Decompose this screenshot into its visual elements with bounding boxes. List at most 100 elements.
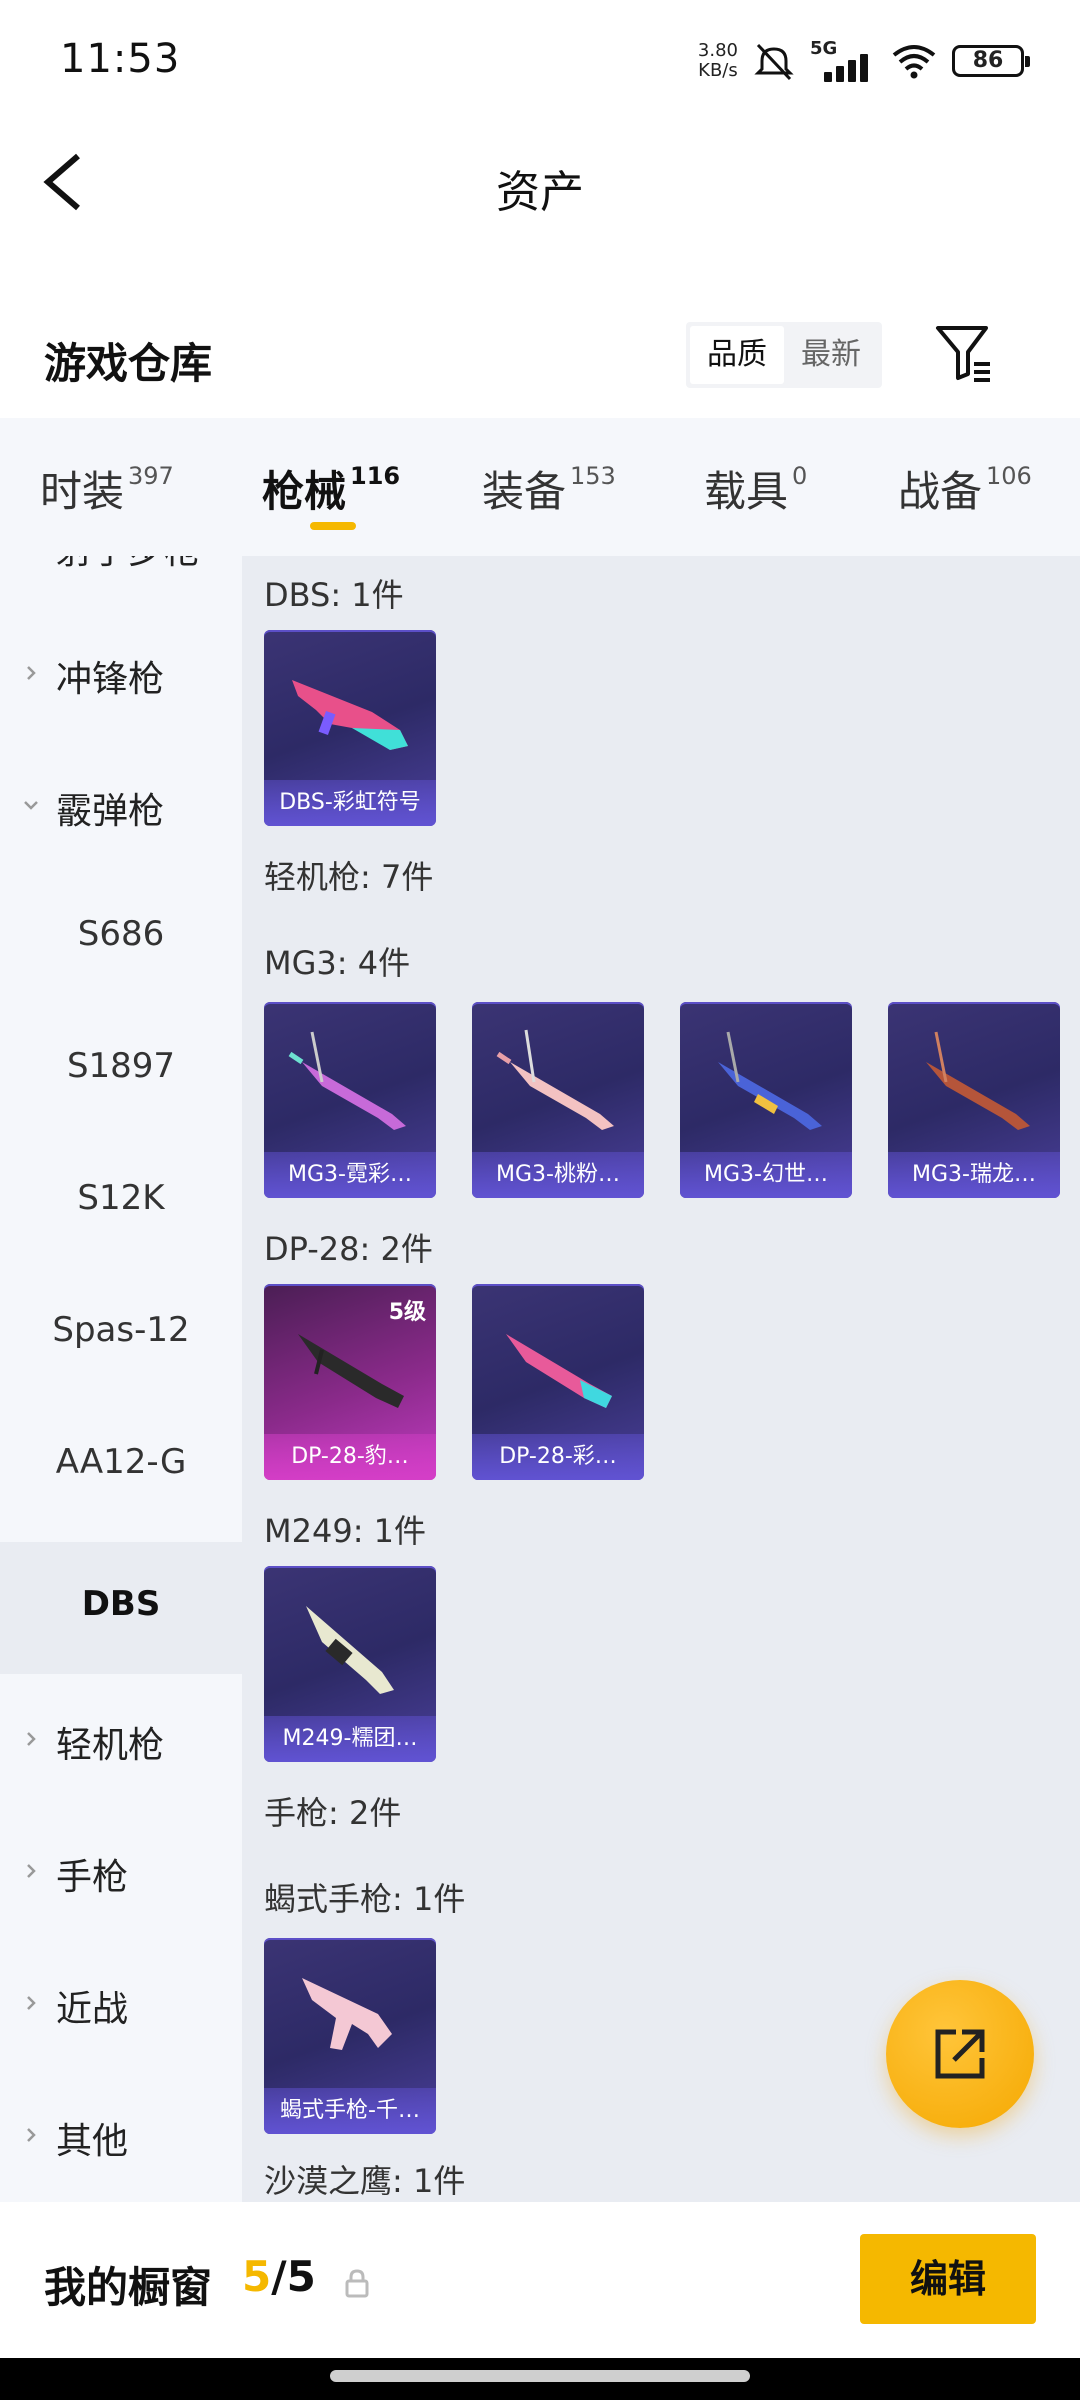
warehouse-header: 游戏仓库 品质 最新	[0, 300, 1080, 412]
active-tab-indicator	[310, 522, 356, 530]
status-icons: 3.80 KB/s 5G 86	[698, 34, 1030, 88]
weapon-card[interactable]: MG3-桃粉…	[472, 1002, 644, 1198]
tab-label: 枪械	[262, 467, 347, 516]
sidebar-item-aa12g[interactable]: AA12-G	[0, 1400, 242, 1532]
weapon-card-name: DP-28-彩…	[499, 1444, 617, 1469]
sidebar-item-melee[interactable]: 近战	[0, 1938, 242, 2070]
weapon-card[interactable]: MG3-幻世…	[680, 1002, 852, 1198]
sidebar-item-s686[interactable]: S686	[0, 872, 242, 1004]
machine-gun-icon	[926, 1031, 1030, 1130]
weapon-grid: DBS: 1件 DBS-彩虹符号 轻机枪: 7件 MG3: 4件 MG3-霓彩…	[242, 556, 1080, 2202]
sidebar-item-shotgun[interactable]: 霰弹枪	[0, 740, 242, 872]
sidebar-item-spas12[interactable]: Spas-12	[0, 1268, 242, 1400]
sidebar-item-smg[interactable]: 冲锋枪	[0, 608, 242, 740]
sidebar-item-label: 霰弹枪	[56, 791, 165, 832]
net-speed-value: 3.80	[697, 40, 738, 61]
weapon-card[interactable]: DBS-彩虹符号	[264, 630, 436, 826]
sidebar-item-label: 其他	[56, 2121, 129, 2162]
tab-count: 397	[128, 462, 174, 490]
showcase-bar: 我的橱窗 5/5 编辑	[0, 2202, 1080, 2358]
group-label-mg3: MG3: 4件	[264, 944, 411, 982]
tab-label: 装备	[482, 467, 567, 516]
tab-vehicles[interactable]: 载具 0	[704, 458, 807, 519]
machine-gun-icon	[718, 1031, 822, 1130]
share-button[interactable]	[886, 1980, 1034, 2128]
net-speed-unit: KB/s	[698, 60, 738, 81]
tab-equipment[interactable]: 装备 153	[482, 458, 616, 519]
status-bar: 11:53 3.80 KB/s 5G 86	[0, 0, 1080, 120]
tab-label: 时装	[40, 467, 125, 516]
weapon-card-name: MG3-瑞龙…	[912, 1162, 1036, 1187]
home-indicator[interactable]	[330, 2370, 750, 2382]
tab-count: 116	[350, 462, 401, 490]
showcase-title: 我的橱窗	[44, 2263, 213, 2312]
sidebar-item-label: 轻机枪	[56, 1725, 165, 1766]
sidebar-item-pistol[interactable]: 手枪	[0, 1806, 242, 1938]
weapon-card[interactable]: MG3-瑞龙…	[888, 1002, 1060, 1198]
sidebar-item-label: 冲锋枪	[56, 659, 165, 700]
sidebar-item-lmg[interactable]: 轻机枪	[0, 1674, 242, 1806]
weapon-card-name: 蝎式手枪-千…	[280, 2098, 420, 2123]
chevron-right-icon	[27, 1732, 36, 1746]
weapon-card[interactable]: M249-糯团…	[264, 1566, 436, 1762]
tab-fashion[interactable]: 时装 397	[40, 458, 174, 519]
sidebar-item-other[interactable]: 其他	[0, 2070, 242, 2202]
group-label-deagle: 沙漠之鹰: 1件	[264, 2162, 466, 2200]
system-nav-bar	[0, 2358, 1080, 2400]
showcase-count-separator: /	[271, 2252, 287, 2301]
weapon-card[interactable]: DP-28-彩…	[472, 1284, 644, 1480]
chevron-right-icon	[27, 1996, 36, 2010]
tab-count: 153	[570, 462, 616, 490]
edit-button[interactable]: 编辑	[860, 2234, 1036, 2324]
weapon-card-name: MG3-幻世…	[704, 1162, 828, 1187]
weapon-card[interactable]: 5级 DP-28-豹…	[264, 1284, 436, 1480]
chevron-right-icon	[27, 666, 36, 680]
lock-icon	[345, 2269, 369, 2298]
mute-icon	[754, 43, 794, 81]
showcase-count: 5/5	[242, 2252, 316, 2301]
sort-newest-button[interactable]: 最新	[784, 326, 878, 384]
weapon-card-name: DBS-彩虹符号	[279, 790, 421, 815]
top-nav: 资产	[0, 120, 1080, 242]
weapon-card-name: MG3-霓彩…	[288, 1162, 412, 1187]
weapon-card-name: MG3-桃粉…	[496, 1162, 620, 1187]
tab-firearms[interactable]: 枪械 116	[262, 458, 400, 519]
machine-gun-icon	[306, 1606, 394, 1694]
rifle-icon	[292, 680, 408, 750]
machine-gun-icon	[496, 1029, 614, 1130]
weapon-card-name: DP-28-豹…	[291, 1444, 409, 1469]
sidebar-item-label: S1897	[66, 1046, 176, 1086]
showcase-count-current: 5	[242, 2252, 272, 2301]
share-external-icon	[935, 2029, 985, 2079]
status-time: 11:53	[60, 36, 181, 82]
chevron-right-icon	[27, 1864, 36, 1878]
battery-icon: 86	[952, 45, 1030, 77]
sidebar-item-label: S12K	[77, 1178, 165, 1218]
category-tabs: 时装 397 枪械 116 装备 153 载具 0 战备 106	[0, 418, 1080, 556]
tab-supplies[interactable]: 战备 106	[898, 458, 1032, 519]
sidebar-item-marksman[interactable]: 射手步枪	[0, 556, 242, 612]
sidebar-item-s1897[interactable]: S1897	[0, 1004, 242, 1136]
sidebar-item-label: DBS	[81, 1584, 161, 1624]
weapon-card-name: M249-糯团…	[282, 1726, 418, 1751]
group-label-m249: M249: 1件	[264, 1512, 427, 1550]
sidebar-item-label: AA12-G	[55, 1442, 187, 1482]
sidebar-item-label: 近战	[56, 1989, 129, 2030]
group-label-dp28: DP-28: 2件	[264, 1230, 433, 1268]
group-label-pistol: 手枪: 2件	[264, 1794, 402, 1832]
weapon-card[interactable]: MG3-霓彩…	[264, 1002, 436, 1198]
net-speed: 3.80 KB/s	[698, 41, 738, 81]
group-label-scorpion: 蝎式手枪: 1件	[264, 1880, 466, 1918]
weapon-card[interactable]: 蝎式手枪-千…	[264, 1938, 436, 2134]
filter-icon[interactable]	[934, 322, 994, 384]
sort-quality-button[interactable]: 品质	[690, 326, 784, 384]
sidebar-item-label: 手枪	[56, 1857, 129, 1898]
machine-gun-icon	[506, 1334, 612, 1408]
sidebar-item-s12k[interactable]: S12K	[0, 1136, 242, 1268]
sidebar-item-dbs[interactable]: DBS	[0, 1542, 242, 1674]
page-title: 资产	[496, 167, 584, 218]
sidebar-item-label: S686	[77, 914, 165, 954]
weapon-category-sidebar: 射手步枪 冲锋枪 霰弹枪 S686 S1897 S12K Spas-12 AA1…	[0, 556, 242, 2202]
cell-signal-icon: 5G	[810, 38, 876, 84]
chevron-right-icon	[27, 2128, 36, 2142]
